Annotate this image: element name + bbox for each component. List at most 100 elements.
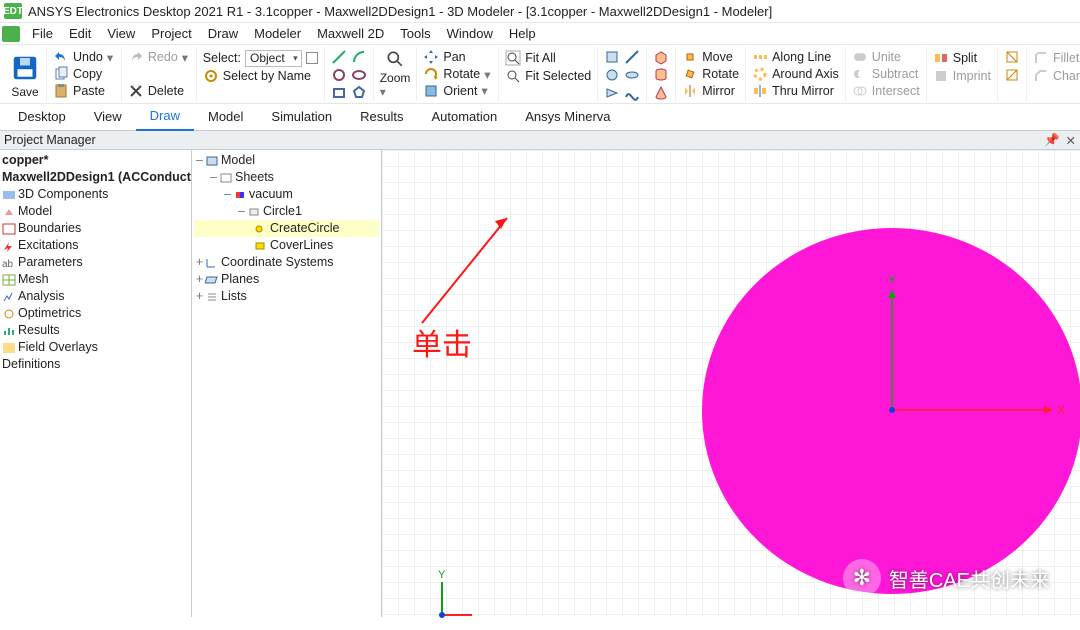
align-a-icon[interactable] (1004, 49, 1020, 65)
menu-file[interactable]: File (24, 24, 61, 43)
menu-project[interactable]: Project (143, 24, 199, 43)
sheets-icon (219, 172, 233, 184)
tab-view[interactable]: View (80, 105, 136, 130)
copy-button[interactable]: Copy (53, 66, 115, 83)
orient-button[interactable]: Orient▾ (423, 82, 492, 99)
select-mode-dropdown[interactable]: Object (245, 50, 302, 67)
excitations-icon (2, 240, 16, 252)
undo-icon (53, 49, 69, 65)
fit-all-button[interactable]: Fit All (505, 49, 591, 67)
unite-button[interactable]: Unite (852, 49, 920, 66)
thru-mirror-button[interactable]: Thru Mirror (752, 82, 839, 99)
ribbon-tabs: Desktop View Draw Model Simulation Resul… (0, 104, 1080, 130)
chamfer-button[interactable]: Chamfer (1033, 67, 1080, 85)
zoom-button[interactable]: Zoom ▾ (374, 47, 418, 101)
cover-lines-node[interactable]: CoverLines (194, 237, 379, 254)
tree-item[interactable]: Excitations (2, 237, 189, 254)
zoom-icon (380, 49, 410, 69)
fillet-button[interactable]: Fillet (1033, 49, 1080, 67)
cs-icon (205, 257, 219, 269)
select-mode-check[interactable] (306, 52, 318, 64)
tab-results[interactable]: Results (346, 105, 417, 130)
tab-model[interactable]: Model (194, 105, 257, 130)
menu-draw[interactable]: Draw (200, 24, 246, 43)
menu-window[interactable]: Window (439, 24, 501, 43)
menu-maxwell-2d[interactable]: Maxwell 2D (309, 24, 392, 43)
model-root[interactable]: –Model (194, 152, 379, 169)
project-manager-title: Project Manager 📌 ✕ (0, 130, 1080, 150)
menu-modeler[interactable]: Modeler (246, 24, 309, 43)
app-icon: EDT (4, 3, 22, 19)
pan-button[interactable]: Pan (423, 49, 492, 66)
tab-ansys-minerva[interactable]: Ansys Minerva (511, 105, 624, 130)
sheets-node[interactable]: –Sheets (194, 169, 379, 186)
polygon-icon[interactable] (351, 85, 367, 101)
split-button[interactable]: Split (933, 49, 991, 67)
tree-item[interactable]: Boundaries (2, 220, 189, 237)
definitions-node[interactable]: Definitions (2, 356, 189, 373)
menu-view[interactable]: View (99, 24, 143, 43)
watermark: ✻ 智善CAE共创未来 (843, 559, 1050, 597)
fit-selected-button[interactable]: Fit Selected (505, 67, 591, 85)
coord-sys-node[interactable]: +Coordinate Systems (194, 254, 379, 271)
circle1-node[interactable]: –Circle1 (194, 203, 379, 220)
menu-tools[interactable]: Tools (392, 24, 438, 43)
tree-item[interactable]: Mesh (2, 271, 189, 288)
tree-item[interactable]: Field Overlays (2, 339, 189, 356)
tab-simulation[interactable]: Simulation (257, 105, 346, 130)
save-button[interactable]: Save (4, 47, 47, 101)
tab-automation[interactable]: Automation (417, 105, 511, 130)
align-b-icon[interactable] (1004, 67, 1020, 83)
box-icon[interactable] (653, 49, 669, 65)
tab-desktop[interactable]: Desktop (4, 105, 80, 130)
intersect-button[interactable]: Intersect (852, 82, 920, 99)
rect-region-icon[interactable] (604, 49, 620, 65)
tree-item[interactable]: Results (2, 322, 189, 339)
tree-item[interactable]: abParameters (2, 254, 189, 271)
create-circle-node[interactable]: CreateCircle (194, 220, 379, 237)
line-icon[interactable] (331, 49, 347, 65)
project-root[interactable]: copper* (2, 152, 189, 169)
spline-shape-icon[interactable] (624, 85, 640, 101)
undo-button[interactable]: Undo▾ (53, 49, 115, 66)
tree-item[interactable]: Analysis (2, 288, 189, 305)
tree-item[interactable]: 3D Components (2, 186, 189, 203)
pin-icon[interactable]: 📌 (1044, 133, 1060, 148)
tab-draw[interactable]: Draw (136, 104, 194, 131)
subtract-button[interactable]: Subtract (852, 66, 920, 83)
around-axis-icon (752, 66, 768, 82)
design-node[interactable]: Maxwell2DDesign1 (ACConduction, ) (2, 169, 189, 186)
imprint-button[interactable]: Imprint (933, 67, 991, 85)
rotate-view-button[interactable]: Rotate▾ (423, 66, 492, 83)
vacuum-node[interactable]: –vacuum (194, 186, 379, 203)
paste-button[interactable]: Paste (53, 82, 115, 99)
planes-node[interactable]: +Planes (194, 271, 379, 288)
ellipse-icon[interactable] (351, 67, 367, 83)
fit-all-icon (505, 50, 521, 66)
circle-region-icon[interactable] (604, 67, 620, 83)
menu-edit[interactable]: Edit (61, 24, 99, 43)
redo-button[interactable]: Redo▾ (128, 49, 190, 66)
viewport[interactable]: X Y Y 单击 ✻ 智善CAE共创未来 (382, 150, 1080, 617)
lists-node[interactable]: +Lists (194, 288, 379, 305)
line-shape-icon[interactable] (624, 49, 640, 65)
menu-help[interactable]: Help (501, 24, 544, 43)
cylinder-icon[interactable] (653, 67, 669, 83)
rotate-button[interactable]: Rotate (682, 66, 739, 83)
circle-draw-icon[interactable] (331, 67, 347, 83)
tree-item[interactable]: Model (2, 203, 189, 220)
around-axis-button[interactable]: Around Axis (752, 66, 839, 83)
select-by-name-button[interactable]: Select by Name (203, 67, 318, 85)
mirror-button[interactable]: Mirror (682, 82, 739, 99)
along-line-button[interactable]: Along Line (752, 49, 839, 66)
delete-button[interactable]: Delete (128, 82, 190, 99)
close-panel-icon[interactable]: ✕ (1066, 133, 1076, 148)
rect-draw-icon[interactable] (331, 85, 347, 101)
poly-region-icon[interactable] (604, 85, 620, 101)
tree-item[interactable]: Optimetrics (2, 305, 189, 322)
arc-icon[interactable] (351, 49, 367, 65)
ellipse-shape-icon[interactable] (624, 67, 640, 83)
move-button[interactable]: Move (682, 49, 739, 66)
svg-text:X: X (1057, 403, 1065, 417)
cone-icon[interactable] (653, 85, 669, 101)
